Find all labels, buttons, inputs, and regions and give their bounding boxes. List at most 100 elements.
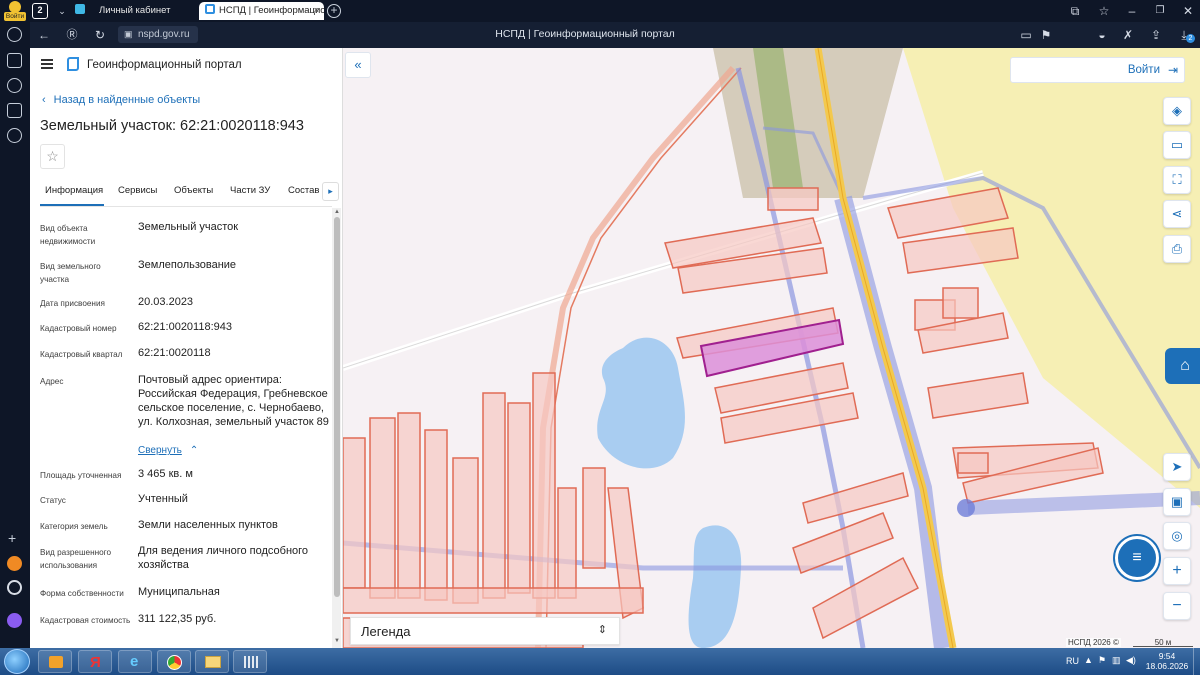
parcel bbox=[397, 412, 421, 599]
field-value: Земли населенных пунктов bbox=[138, 519, 278, 531]
zoom-in-button[interactable]: + bbox=[1163, 557, 1191, 585]
tab-land-parts[interactable]: Части ЗУ bbox=[230, 185, 270, 196]
parcel bbox=[482, 392, 506, 599]
minimap-button[interactable]: ▣ bbox=[1163, 488, 1191, 516]
taskbar-yandex-browser[interactable]: Я bbox=[78, 650, 112, 673]
share-button[interactable]: ⋖ bbox=[1163, 200, 1191, 228]
counter-app-icon[interactable] bbox=[7, 103, 22, 118]
taskbar-chrome[interactable] bbox=[157, 650, 191, 673]
show-desktop-button[interactable] bbox=[1193, 648, 1200, 675]
cadastral-map[interactable]: « Войти ⇥ ◈ ▭ ⛶ ⋖ ⎙ ⌂ ➤ ▣ ◎ + − ≡ Легенд… bbox=[343, 48, 1200, 648]
maximize-window-icon[interactable]: ❐ bbox=[1152, 3, 1168, 19]
new-tab-button[interactable]: + bbox=[327, 4, 341, 18]
tab-title: Личный кабинет bbox=[99, 5, 171, 16]
back-to-results-link[interactable]: ‹ Назад в найденные объекты bbox=[42, 94, 200, 106]
print-button[interactable]: ⎙ bbox=[1163, 235, 1191, 263]
field-value: 20.03.2023 bbox=[138, 296, 194, 308]
tabs-scroll-right-button[interactable]: ▸ bbox=[322, 182, 339, 201]
collections-icon[interactable] bbox=[7, 53, 22, 68]
tab-personal-account[interactable]: Личный кабинет bbox=[75, 2, 195, 20]
extension-shield-icon[interactable]: ◒ bbox=[1094, 27, 1110, 43]
extension-share-icon[interactable]: ⇪ bbox=[1148, 27, 1164, 43]
settings-icon[interactable] bbox=[7, 128, 22, 143]
map-attribution: НСПД 2026 © bbox=[1066, 638, 1121, 647]
tab-close-icon[interactable]: × bbox=[313, 2, 319, 20]
map-canvas[interactable] bbox=[343, 48, 1200, 648]
tray-network-icon[interactable]: ▥ bbox=[1112, 655, 1121, 666]
chat-button[interactable]: ≡ bbox=[1115, 536, 1159, 580]
bookmarks-icon[interactable]: ☆ bbox=[1096, 3, 1112, 19]
ruler-button[interactable]: ▭ bbox=[1163, 131, 1191, 159]
hamburger-menu-icon[interactable] bbox=[41, 59, 53, 69]
url-field[interactable]: ▣ nspd.gov.ru bbox=[118, 26, 198, 43]
extensions-icon[interactable]: ⧉ bbox=[1067, 3, 1083, 19]
layers-button[interactable]: ◈ bbox=[1163, 97, 1191, 125]
scroll-down-icon[interactable]: ▼ bbox=[334, 638, 340, 644]
collapse-address-link[interactable]: Свернуть ⌃ bbox=[138, 445, 198, 456]
tab-composition[interactable]: Состав bbox=[288, 185, 319, 196]
nspd-favicon-icon bbox=[205, 4, 215, 14]
downloads-icon[interactable]: ⤓ 2 bbox=[1176, 27, 1195, 43]
play-icon[interactable] bbox=[7, 78, 22, 93]
login-arrow-icon: ⇥ bbox=[1167, 63, 1178, 77]
legend-dropdown[interactable]: Легенда ⇕ bbox=[350, 617, 620, 645]
reader-mode-icon[interactable]: ▭ bbox=[1018, 27, 1034, 43]
taskbar-apps[interactable] bbox=[233, 650, 267, 673]
taskbar-explorer[interactable] bbox=[195, 650, 229, 673]
taskbar-media-player[interactable] bbox=[38, 650, 72, 673]
history-icon[interactable] bbox=[7, 27, 22, 42]
parcel bbox=[557, 487, 577, 599]
map-scale: 50 м bbox=[1133, 638, 1193, 647]
tray-arrow-icon[interactable]: ▲ bbox=[1084, 655, 1093, 665]
taskbar-internet-explorer[interactable]: e bbox=[118, 650, 152, 673]
extension-x-icon[interactable]: ✗ bbox=[1120, 27, 1136, 43]
tab-objects[interactable]: Объекты bbox=[174, 185, 213, 196]
tab-services[interactable]: Сервисы bbox=[118, 185, 157, 196]
select-area-button[interactable]: ⛶ bbox=[1163, 166, 1191, 194]
assistant-icon[interactable] bbox=[7, 613, 22, 628]
collapse-panel-button[interactable]: « bbox=[345, 52, 371, 78]
chevron-up-icon: ⌃ bbox=[189, 445, 199, 456]
geolocation-button[interactable]: ➤ bbox=[1163, 453, 1191, 481]
panel-scroll-thumb[interactable] bbox=[334, 217, 340, 597]
parcel bbox=[802, 472, 909, 524]
tab-nspd[interactable]: НСПД | Геоинформацио × bbox=[199, 2, 324, 20]
scale-label: 50 м bbox=[1154, 638, 1172, 647]
protect-icon[interactable]: Ⓡ bbox=[64, 27, 80, 43]
start-button[interactable] bbox=[4, 649, 30, 674]
favorite-star-button[interactable]: ☆ bbox=[40, 144, 65, 169]
object-title: Земельный участок: 62:21:0020118:943 bbox=[40, 118, 304, 134]
tab-information[interactable]: Информация bbox=[45, 185, 103, 196]
field-value: 62:21:0020118 bbox=[138, 347, 211, 359]
field-value: 311 122,35 руб. bbox=[138, 613, 217, 625]
tray-clock[interactable]: 9:54 18.06.2026 bbox=[1144, 651, 1190, 671]
back-arrow-icon[interactable]: ← bbox=[36, 27, 52, 43]
field-label: Площадь уточненная bbox=[40, 471, 122, 480]
minimize-window-icon[interactable]: – bbox=[1124, 3, 1140, 19]
reload-icon[interactable]: ↻ bbox=[92, 27, 108, 43]
pond bbox=[688, 525, 742, 648]
tabs-menu-chevron-icon[interactable]: ⌄ bbox=[54, 3, 70, 19]
tab-counter-button[interactable]: 2 bbox=[32, 3, 48, 19]
parcel bbox=[369, 417, 396, 599]
tray-flag-icon[interactable]: ⚑ bbox=[1098, 655, 1106, 666]
close-window-icon[interactable]: ✕ bbox=[1180, 3, 1196, 19]
user-avatar[interactable]: Войти bbox=[3, 0, 27, 22]
add-panel-icon[interactable]: + bbox=[8, 530, 16, 546]
alice-icon[interactable] bbox=[7, 556, 22, 571]
login-button[interactable]: Войти ⇥ bbox=[1010, 57, 1185, 83]
panel-scrollbar[interactable]: ▲ ▼ bbox=[332, 208, 341, 648]
shaded-zone bbox=[713, 48, 903, 198]
field-label: Вид объекта недвижимости bbox=[40, 224, 96, 246]
parcel bbox=[942, 287, 979, 319]
assistant-widget-button[interactable]: ⌂ bbox=[1165, 348, 1200, 384]
messenger-icon[interactable] bbox=[7, 580, 22, 595]
scroll-up-icon[interactable]: ▲ bbox=[334, 209, 340, 215]
language-indicator[interactable]: RU bbox=[1066, 656, 1079, 666]
bookmark-page-icon[interactable]: ⚑ bbox=[1038, 27, 1054, 43]
tray-volume-icon[interactable]: ◀) bbox=[1126, 655, 1136, 666]
parcel bbox=[532, 372, 556, 599]
parcel bbox=[582, 467, 606, 569]
zoom-out-button[interactable]: − bbox=[1163, 592, 1191, 620]
compass-button[interactable]: ◎ bbox=[1163, 522, 1191, 550]
